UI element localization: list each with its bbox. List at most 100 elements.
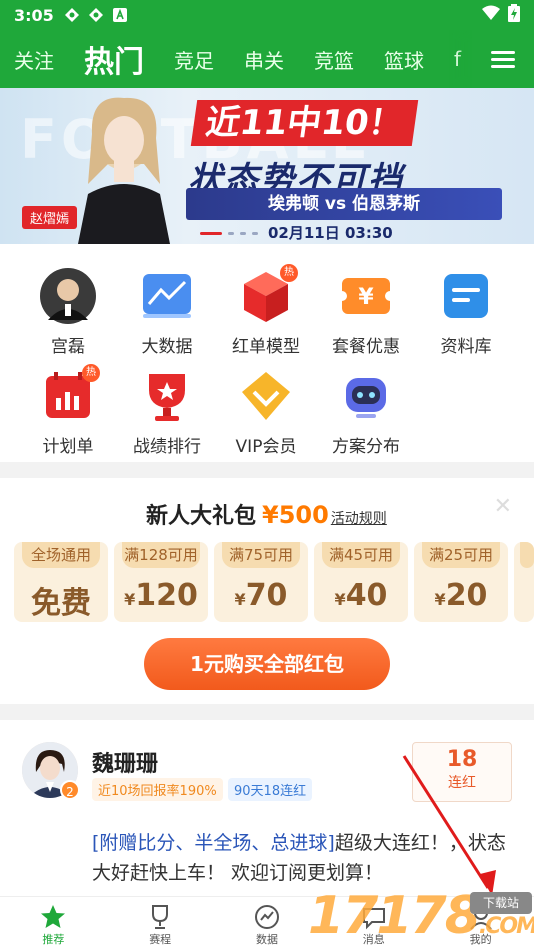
- nav-label: 数据: [255, 933, 278, 946]
- grid-item-label: 宫磊: [51, 337, 85, 357]
- return-rate-tag: 近10场回报率190%: [92, 778, 223, 801]
- grid-item-package[interactable]: ¥ 套餐优惠: [316, 268, 416, 357]
- coupon-card[interactable]: 满128可用 ¥120: [114, 542, 208, 622]
- expert-level-badge: 2: [60, 780, 80, 800]
- top-tab-bar: 关注 热门 竞足 串关 竞篮 篮球 f: [0, 30, 534, 88]
- avatar-icon: [40, 268, 96, 324]
- vip-diamond-icon: [238, 368, 294, 424]
- watermark-suffix: .COM: [478, 914, 534, 939]
- section-divider: [0, 462, 534, 478]
- notification-icon: [88, 7, 104, 23]
- grid-item-ranking[interactable]: 战绩排行: [117, 368, 217, 457]
- svg-text:¥: ¥: [358, 285, 374, 310]
- status-right: [482, 4, 520, 26]
- grid-item-distribution[interactable]: 方案分布: [316, 368, 416, 457]
- coupon-amount: ¥120: [114, 578, 208, 613]
- page-dot-active: [200, 232, 222, 235]
- currency-symbol: ¥: [334, 590, 346, 609]
- coupon-card[interactable]: 满75可用 ¥70: [214, 542, 308, 622]
- nav-label: 推荐: [42, 933, 65, 946]
- coupon-condition: [520, 542, 534, 568]
- tab-jingzu[interactable]: 竞足: [160, 45, 214, 74]
- nav-label: 赛程: [149, 933, 172, 946]
- tab-hot[interactable]: 热门: [70, 37, 144, 81]
- promo-banner[interactable]: FOOTBALL 赵熠嫣 近11中10！ 状态势不可挡 埃弗顿 vs 伯恩茅斯 …: [0, 88, 534, 244]
- trophy-cup-icon: [146, 903, 174, 931]
- calendar-chart-icon: 热: [40, 364, 100, 424]
- battery-icon: [508, 4, 520, 26]
- grid-item-gonglei[interactable]: 宫磊: [18, 268, 118, 357]
- tab-chuanguan[interactable]: 串关: [230, 45, 284, 74]
- currency-symbol: ¥: [234, 590, 246, 609]
- coupon-condition: 满25可用: [422, 542, 500, 568]
- grid-item-label: 战绩排行: [133, 437, 201, 457]
- grid-item-vip[interactable]: VIP会员: [216, 368, 316, 457]
- grid-item-database[interactable]: 资料库: [416, 268, 516, 357]
- currency-symbol: ¥: [124, 590, 136, 609]
- newbie-gift-pack: 新人大礼包 ¥500 活动规则 ✕ 全场通用 免费 满128可用 ¥120 满7…: [0, 478, 534, 704]
- status-time: 3:05: [14, 5, 54, 25]
- grid-item-label: 方案分布: [332, 437, 400, 457]
- section-divider: [0, 704, 534, 720]
- page-dot: [228, 232, 234, 235]
- watermark-text: 17178: [308, 886, 481, 946]
- streak-tag: 90天18连红: [228, 778, 313, 801]
- feature-grid: 宫磊 大数据 热 红单模型 ¥ 套餐优惠 资料库 热 计划单 战绩排行 VIP会…: [0, 244, 534, 462]
- coupon-value: 20: [445, 578, 488, 613]
- tab-more-partial[interactable]: f: [440, 47, 461, 71]
- page-dot: [240, 232, 246, 235]
- nav-data[interactable]: 数据: [214, 897, 321, 950]
- grid-item-label: 大数据: [141, 337, 193, 357]
- nav-recommend[interactable]: 推荐: [0, 897, 107, 950]
- coupon-value: 免费: [31, 586, 91, 621]
- expert-name: 魏珊珊: [92, 752, 159, 777]
- grid-item-label: 套餐优惠: [332, 337, 400, 357]
- nav-schedule[interactable]: 赛程: [107, 897, 214, 950]
- status-bar: 3:05: [0, 0, 534, 30]
- app-screen: 3:05 关注 热门 竞足 串关 竞篮 篮球 f 赵熠嫣 近11中10！ 状态势…: [0, 0, 534, 950]
- coupon-value: 70: [245, 578, 288, 613]
- grid-item-bigdata[interactable]: 大数据: [117, 268, 217, 357]
- coupon-value: 40: [345, 578, 388, 613]
- menu-icon[interactable]: [472, 30, 534, 88]
- banner-person-image: [78, 97, 170, 244]
- coupon-amount: ¥70: [214, 578, 308, 613]
- coupon-condition: 满75可用: [222, 542, 300, 568]
- download-station-badge: 下载站: [470, 892, 532, 914]
- trend-icon: [253, 903, 281, 931]
- coupon-card[interactable]: 满45可用 ¥40: [314, 542, 408, 622]
- coupon-condition: 全场通用: [22, 542, 100, 568]
- banner-match: 埃弗顿 vs 伯恩茅斯: [186, 188, 502, 220]
- coupon-card[interactable]: 满25可用 ¥20: [414, 542, 508, 622]
- annotation-arrow: [402, 755, 496, 896]
- grid-item-red-model[interactable]: 热 红单模型: [216, 264, 316, 357]
- chart-icon: [139, 268, 195, 324]
- coupon-amount: 免费: [14, 578, 108, 622]
- banner-host-name: 赵熠嫣: [22, 206, 78, 229]
- tab-follow[interactable]: 关注: [0, 45, 54, 74]
- banner-date: 02月11日 03:30: [268, 224, 393, 242]
- gift-rules-link[interactable]: 活动规则: [331, 508, 387, 528]
- hot-badge: 热: [82, 364, 100, 382]
- wifi-icon: [482, 5, 500, 25]
- coupon-amount: ¥20: [414, 578, 508, 613]
- app-notification-icon: [112, 7, 128, 23]
- plan-highlight: [附赠比分、半全场、总进球]: [92, 832, 335, 854]
- buy-all-coupons-button[interactable]: 1元购买全部红包: [144, 638, 390, 690]
- tab-basketball[interactable]: 篮球: [370, 45, 424, 74]
- coupon-card[interactable]: 全场通用 免费: [14, 542, 108, 622]
- close-icon[interactable]: ✕: [494, 494, 512, 519]
- document-icon: [438, 268, 494, 324]
- page-dot: [252, 232, 258, 235]
- tab-jinglan[interactable]: 竞篮: [300, 45, 354, 74]
- banner-headline: 近11中10！: [190, 100, 418, 146]
- grid-item-label: 资料库: [440, 337, 492, 357]
- gift-title-row: 新人大礼包 ¥500 活动规则: [146, 498, 387, 530]
- coupon-card-partial[interactable]: [514, 542, 534, 622]
- star-icon: [39, 903, 67, 931]
- notification-icon: [64, 7, 80, 23]
- grid-item-label: VIP会员: [235, 437, 297, 457]
- grid-item-plan[interactable]: 热 计划单: [18, 364, 118, 457]
- banner-pagination: [200, 232, 258, 235]
- ticket-icon: ¥: [337, 268, 395, 324]
